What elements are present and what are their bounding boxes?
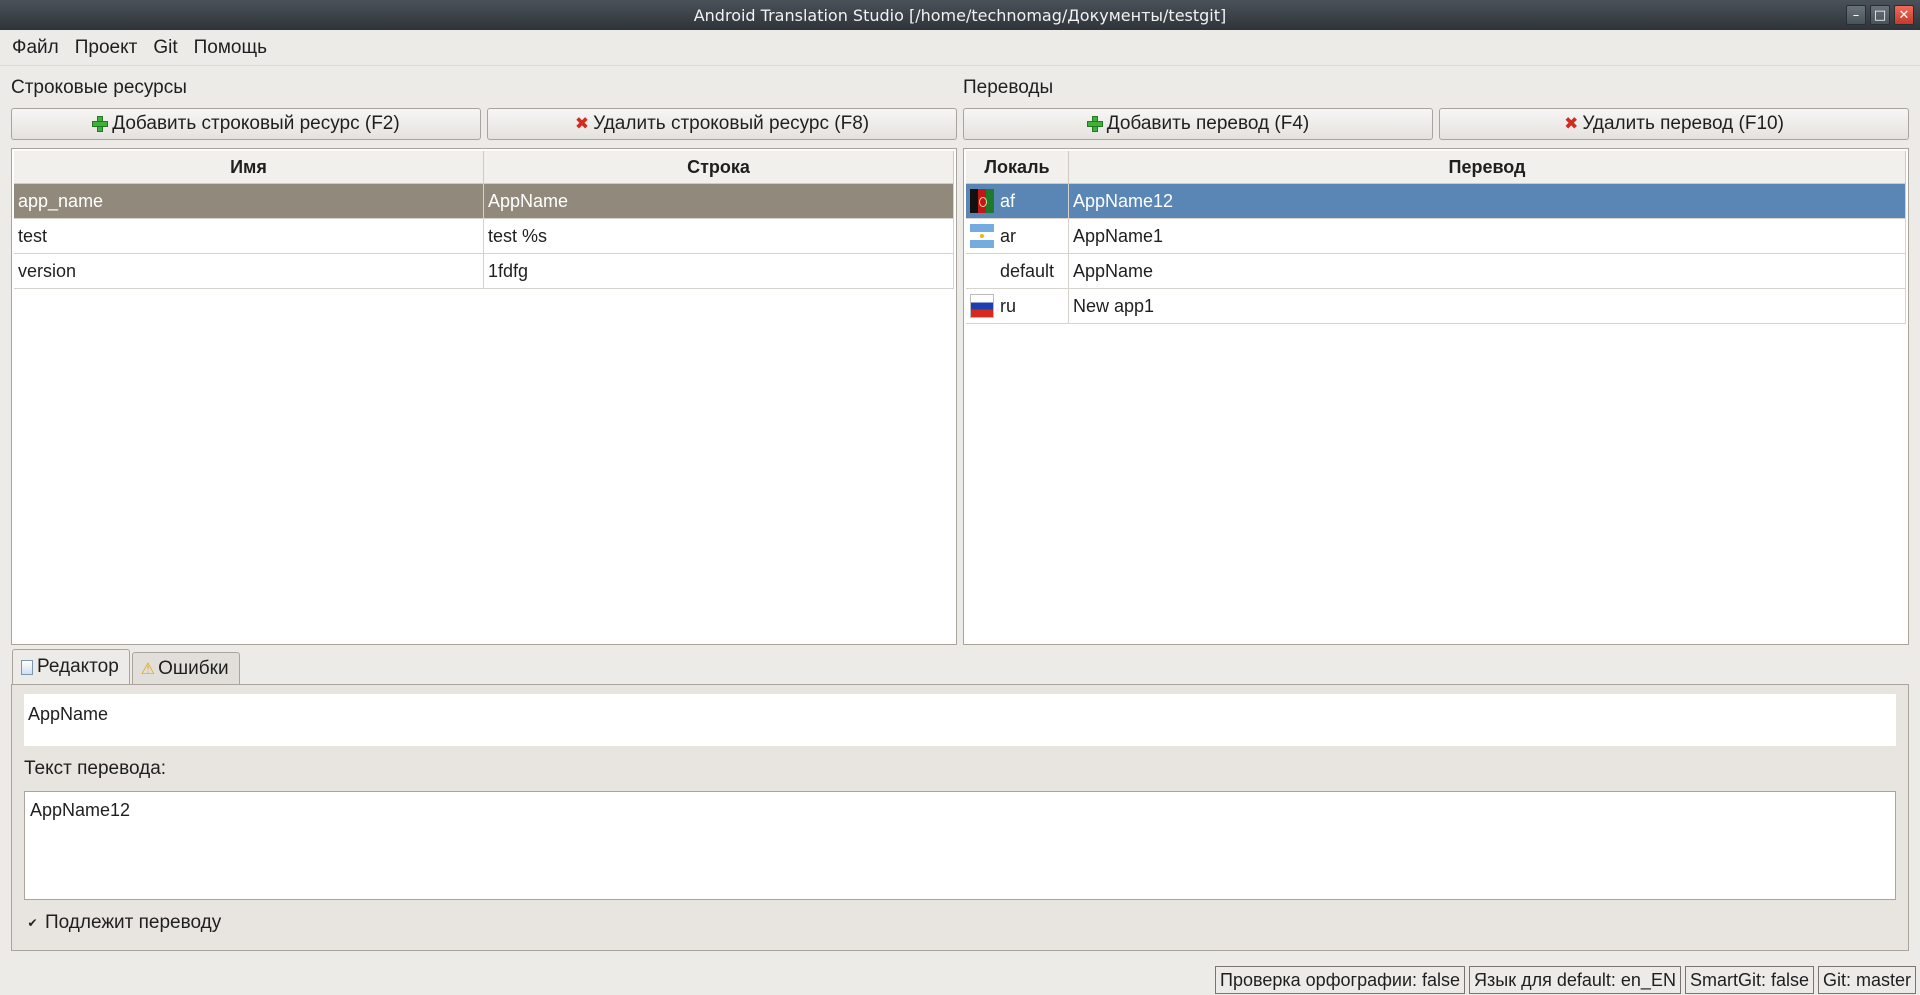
locale-code: ar (1000, 225, 1017, 246)
delete-icon: ✖ (574, 114, 590, 133)
no-flag (970, 259, 994, 283)
cell-translation: New app1 (1069, 289, 1906, 323)
cell-string: AppName (484, 184, 954, 218)
minimize-icon[interactable]: – (1846, 5, 1866, 25)
status-bar: Проверка орфографии: false Язык для defa… (1215, 966, 1916, 994)
table-row[interactable]: ru New app1 (966, 289, 1906, 324)
close-icon[interactable]: ✕ (1894, 5, 1914, 25)
column-header-locale[interactable]: Локаль (966, 151, 1069, 183)
status-smartgit: SmartGit: false (1684, 966, 1814, 994)
cell-name: test (14, 219, 484, 253)
translation-text-label: Текст перевода: (24, 758, 167, 779)
window-controls: – □ ✕ (1846, 5, 1914, 25)
cell-translation: AppName1 (1069, 219, 1906, 253)
menu-bar: Файл Проект Git Помощь (0, 30, 1920, 66)
editor-tabs: Редактор ⚠ Ошибки (12, 649, 242, 684)
table-row[interactable]: test test %s (14, 219, 954, 254)
table-row[interactable]: default AppName (966, 254, 1906, 289)
document-icon (21, 659, 33, 675)
cell-locale: default (966, 254, 1069, 288)
translatable-checkbox[interactable]: ✔ (26, 916, 39, 930)
string-resources-label: Строковые ресурсы (11, 77, 187, 98)
locale-code: default (1000, 260, 1055, 281)
locale-code: ru (1000, 295, 1017, 316)
afghanistan-flag-icon (970, 189, 994, 213)
maximize-icon[interactable]: □ (1870, 5, 1890, 25)
add-translation-button[interactable]: Добавить перевод (F4) (963, 108, 1433, 140)
cell-string: 1fdfg (484, 254, 954, 288)
cell-locale: ru (966, 289, 1069, 323)
delete-string-resource-label: Удалить строковый ресурс (F8) (593, 113, 870, 134)
string-resources-table: Имя Строка app_name AppName test test %s… (11, 148, 957, 645)
title-bar: Android Translation Studio [/home/techno… (0, 0, 1920, 30)
table-row[interactable]: ar AppName1 (966, 219, 1906, 254)
tab-editor[interactable]: Редактор (12, 649, 130, 684)
russia-flag-icon (970, 294, 994, 318)
cell-locale: ar (966, 219, 1069, 253)
status-default-language: Язык для default: en_EN (1469, 966, 1681, 994)
add-string-resource-label: Добавить строковый ресурс (F2) (112, 113, 400, 134)
menu-file[interactable]: Файл (4, 37, 67, 59)
add-string-resource-button[interactable]: Добавить строковый ресурс (F2) (11, 108, 481, 140)
tab-editor-label: Редактор (37, 656, 119, 677)
translatable-label: Подлежит переводу (45, 912, 222, 933)
menu-project[interactable]: Проект (67, 37, 146, 59)
translations-table: Локаль Перевод af AppName12 ar AppName1 … (963, 148, 1909, 645)
window-title: Android Translation Studio [/home/techno… (693, 5, 1227, 25)
delete-string-resource-button[interactable]: ✖ Удалить строковый ресурс (F8) (487, 108, 957, 140)
source-text: AppName (24, 694, 1896, 746)
column-header-translation[interactable]: Перевод (1069, 151, 1906, 183)
delete-translation-button[interactable]: ✖ Удалить перевод (F10) (1439, 108, 1909, 140)
argentina-flag-icon (970, 224, 994, 248)
table-row[interactable]: af AppName12 (966, 184, 1906, 219)
translation-text-area[interactable]: AppName12 (24, 791, 1896, 900)
table-row[interactable]: app_name AppName (14, 184, 954, 219)
table-header: Локаль Перевод (966, 151, 1906, 184)
cell-translation: AppName12 (1069, 184, 1906, 218)
warning-icon: ⚠ (140, 660, 156, 678)
add-icon (1086, 116, 1103, 132)
locale-code: af (1000, 190, 1016, 211)
menu-git[interactable]: Git (145, 37, 185, 59)
column-header-name[interactable]: Имя (14, 151, 484, 183)
status-git-branch: Git: master (1817, 966, 1916, 994)
cell-locale: af (966, 184, 1069, 218)
cell-name: app_name (14, 184, 484, 218)
add-translation-label: Добавить перевод (F4) (1106, 113, 1310, 134)
menu-help[interactable]: Помощь (186, 37, 275, 59)
column-header-string[interactable]: Строка (484, 151, 954, 183)
delete-translation-label: Удалить перевод (F10) (1582, 113, 1784, 134)
cell-translation: AppName (1069, 254, 1906, 288)
translatable-option[interactable]: ✔ Подлежит переводу (26, 912, 221, 934)
tab-errors[interactable]: ⚠ Ошибки (131, 652, 240, 684)
delete-icon: ✖ (1564, 114, 1579, 133)
tab-errors-label: Ошибки (158, 657, 229, 679)
cell-name: version (14, 254, 484, 288)
cell-string: test %s (484, 219, 954, 253)
status-spellcheck: Проверка орфографии: false (1215, 966, 1466, 994)
table-row[interactable]: version 1fdfg (14, 254, 954, 289)
table-header: Имя Строка (14, 151, 954, 184)
translations-label: Переводы (963, 77, 1054, 98)
add-icon (92, 116, 109, 132)
